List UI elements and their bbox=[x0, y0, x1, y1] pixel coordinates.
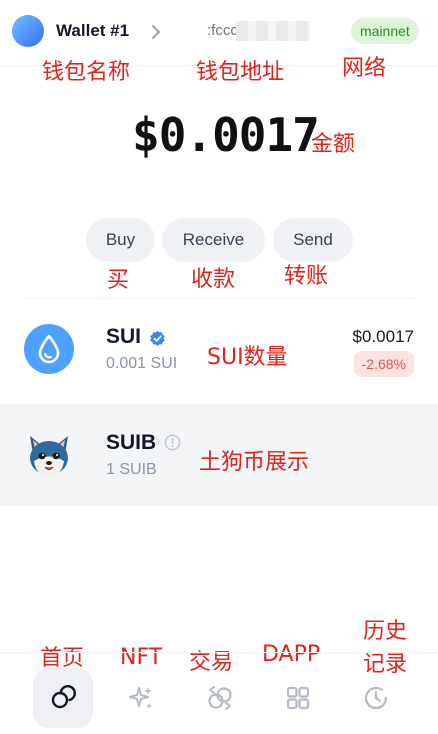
token-symbol: SUI bbox=[106, 325, 142, 348]
chevron-right-icon[interactable] bbox=[148, 21, 164, 43]
wallet-avatar[interactable] bbox=[12, 15, 44, 47]
wallet-address[interactable]: :fccc bbox=[207, 22, 238, 39]
network-badge[interactable]: mainnet bbox=[351, 18, 419, 44]
nav-apps[interactable] bbox=[268, 668, 328, 728]
shiba-dog-token-icon bbox=[30, 436, 68, 476]
home-rings-icon bbox=[51, 685, 76, 709]
token-amount: 0.001 SUI bbox=[106, 355, 178, 372]
send-button[interactable]: Send bbox=[273, 218, 353, 262]
water-drop-icon bbox=[38, 334, 60, 364]
address-redaction bbox=[236, 21, 311, 41]
annotation-wallet-name: 钱包名称 bbox=[42, 60, 131, 85]
nav-activity[interactable] bbox=[346, 668, 406, 728]
sui-token-icon bbox=[24, 324, 74, 374]
receive-button[interactable]: Receive bbox=[162, 218, 265, 262]
annotation-receive: 收款 bbox=[191, 267, 236, 292]
annotation-send: 转账 bbox=[284, 264, 329, 289]
annotation-sui-quantity: SUI数量 bbox=[207, 345, 288, 370]
total-balance: $0.0017 bbox=[132, 108, 320, 162]
wallet-name[interactable]: Wallet #1 bbox=[56, 21, 129, 41]
annotation-suib-display: 土狗币展示 bbox=[199, 450, 310, 475]
annotation-history-line1: 历史 bbox=[363, 619, 408, 644]
info-circle-icon bbox=[164, 434, 181, 451]
nav-home[interactable] bbox=[33, 668, 93, 728]
token-fiat-value: $0.0017 bbox=[352, 327, 414, 346]
annotation-amount: 金额 bbox=[311, 132, 356, 157]
sparkle-icon bbox=[129, 687, 152, 709]
verified-badge-icon bbox=[150, 330, 165, 346]
token-amount: 1 SUIB bbox=[106, 461, 157, 478]
nav-swap[interactable] bbox=[190, 668, 250, 728]
token-symbol: SUIB bbox=[106, 431, 157, 454]
grid-icon bbox=[286, 686, 310, 710]
nav-nft[interactable] bbox=[111, 668, 171, 728]
price-change-badge: -2.68% bbox=[353, 351, 414, 377]
clock-icon bbox=[364, 686, 388, 710]
divider bbox=[24, 298, 414, 299]
annotation-network: 网络 bbox=[342, 56, 387, 81]
annotation-wallet-address: 钱包地址 bbox=[196, 60, 285, 85]
swap-icon bbox=[208, 686, 232, 710]
buy-button[interactable]: Buy bbox=[86, 218, 155, 262]
annotation-buy: 买 bbox=[107, 268, 130, 293]
